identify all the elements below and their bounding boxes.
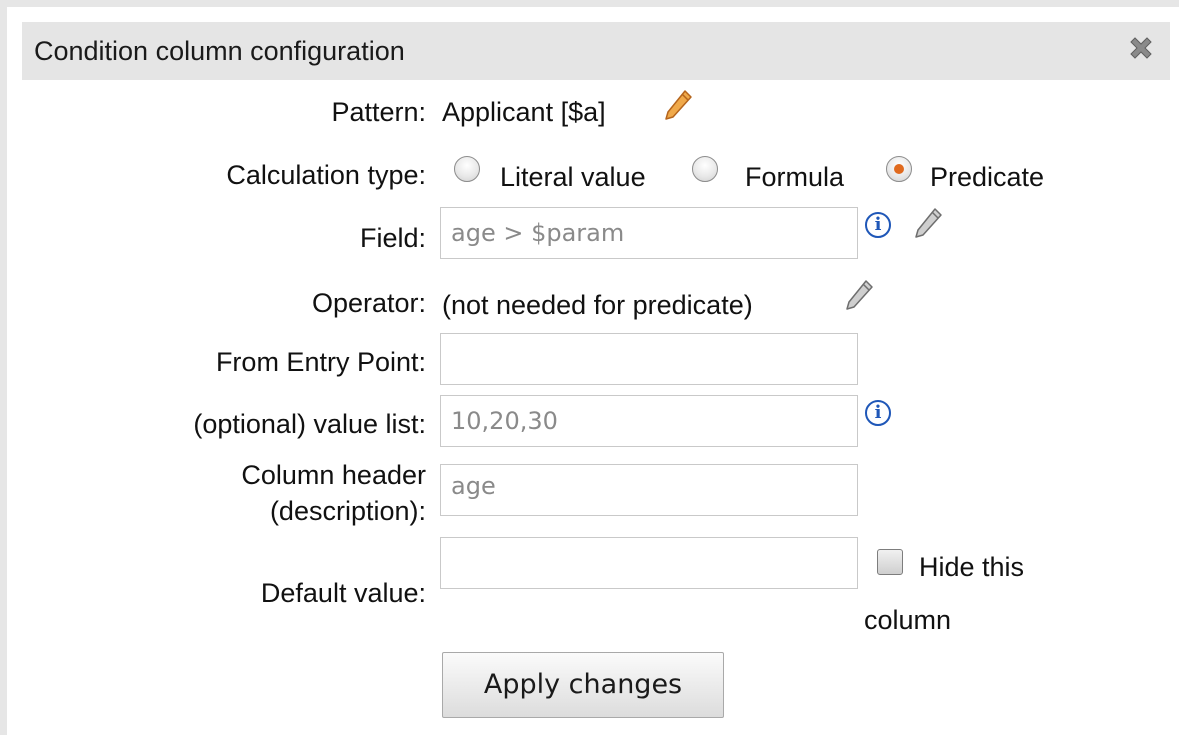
value-list-info-icon[interactable]: i [865,400,891,426]
radio-predicate[interactable] [886,156,912,182]
dialog-title: Condition column configuration [34,36,405,66]
apply-changes-button[interactable]: Apply changes [442,652,724,718]
pattern-label: Pattern: [331,97,426,127]
field-info-icon[interactable]: i [865,212,891,238]
hide-column-label-line1: Hide this [919,552,1025,582]
field-label: Field: [359,223,426,253]
entry-point-input[interactable] [440,333,858,385]
pattern-value: Applicant [$a] [442,97,606,127]
column-header-input[interactable] [440,464,858,516]
dialog-title-bar: Condition column configuration [22,22,1170,80]
radio-formula[interactable] [692,156,718,182]
hide-column-label-line2: column [864,605,952,635]
radio-literal-value-label: Literal value [500,162,646,192]
operator-value: (not needed for predicate) [442,290,753,320]
hide-column-checkbox[interactable] [877,549,903,575]
default-value-input[interactable] [440,537,858,589]
condition-column-dialog: Condition column configuration Pattern: … [22,22,1170,735]
calculation-type-label: Calculation type: [226,160,426,190]
column-header-label-line2: (description): [269,496,426,526]
operator-label: Operator: [311,288,426,318]
edit-pattern-pencil-icon[interactable] [663,88,693,122]
edit-field-pencil-icon[interactable] [913,206,943,240]
entry-point-label: From Entry Point: [215,347,426,377]
value-list-input[interactable] [440,395,858,447]
radio-formula-label: Formula [745,162,845,192]
radio-literal-value[interactable] [454,156,480,182]
edit-operator-pencil-icon[interactable] [844,278,874,312]
close-x-icon[interactable] [1126,33,1156,63]
field-input[interactable] [440,207,858,259]
default-value-label: Default value: [260,578,426,608]
column-header-label-line1: Column header [241,460,426,490]
radio-predicate-label: Predicate [930,162,1045,192]
value-list-label: (optional) value list: [193,409,426,439]
